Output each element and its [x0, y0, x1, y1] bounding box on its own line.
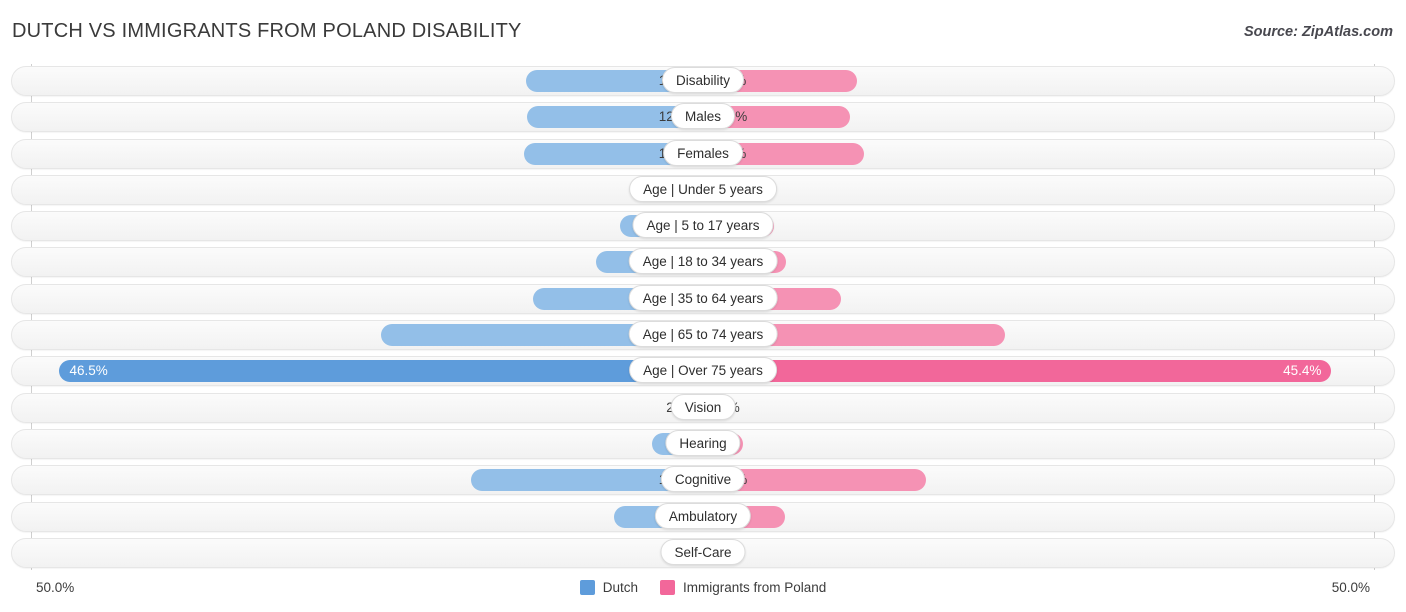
table-row: 1.7%1.3%Age | Under 5 years — [0, 174, 1406, 205]
bar-value-dutch: 46.5% — [69, 363, 108, 379]
table-row: 12.9%11.6%Females — [0, 138, 1406, 169]
category-label: Cognitive — [660, 466, 746, 493]
table-row: 6.0%5.1%Age | 5 to 17 years — [0, 211, 1406, 242]
legend-item[interactable]: Immigrants from Poland — [659, 580, 827, 595]
category-label: Age | 65 to 74 years — [628, 321, 778, 348]
table-row: 3.7%2.9%Hearing — [0, 428, 1406, 459]
category-label: Age | 18 to 34 years — [628, 248, 778, 275]
bar-immigrants-from-poland — [703, 360, 1332, 383]
category-label: Vision — [670, 393, 736, 420]
bar-rows-container: 12.8%11.1%Disability 12.7%10.6%Males 12.9%… — [0, 66, 1406, 574]
table-row: 7.7%6.0%Age | 18 to 34 years — [0, 247, 1406, 278]
page-title: DUTCH VS IMMIGRANTS FROM POLAND DISABILI… — [12, 20, 522, 42]
legend-label: Immigrants from Poland — [682, 580, 827, 595]
category-label: Age | Over 75 years — [629, 357, 777, 384]
category-label: Disability — [661, 67, 745, 93]
category-label: Males — [670, 103, 736, 130]
legend-label: Dutch — [602, 580, 638, 595]
table-row: 12.7%10.6%Males — [0, 102, 1406, 133]
category-label: Hearing — [665, 429, 741, 456]
table-row: 6.4%5.9%Ambulatory — [0, 501, 1406, 532]
category-label: Self-Care — [660, 538, 746, 565]
category-label: Ambulatory — [654, 502, 752, 529]
legend-item[interactable]: Dutch — [579, 580, 638, 595]
chart-legend: Dutch Immigrants from Poland — [0, 580, 1406, 595]
table-row: 2.4%2.4%Self-Care — [0, 537, 1406, 568]
table-row: 46.5% 45.4% Age | Over 75 years — [0, 356, 1406, 387]
category-label: Age | 5 to 17 years — [632, 212, 774, 239]
chart-footer: 50.0% 50.0% Dutch Immigrants from Poland — [0, 572, 1406, 612]
table-row: 12.8%11.1%Disability — [0, 66, 1406, 96]
table-row: 12.3%10.0%Age | 35 to 64 years — [0, 283, 1406, 314]
legend-swatch-icon — [579, 580, 595, 595]
bar-dutch — [59, 360, 703, 383]
category-label: Females — [663, 139, 743, 166]
table-row: 23.3%21.8%Age | 65 to 74 years — [0, 320, 1406, 351]
legend-swatch-icon — [659, 580, 675, 595]
bar-value-immigrants-from-poland: 45.4% — [1283, 363, 1322, 379]
chart-plot-area: 12.8%11.1%Disability 12.7%10.6%Males 12.9%… — [0, 62, 1406, 572]
chart-header: DUTCH VS IMMIGRANTS FROM POLAND DISABILI… — [0, 0, 1406, 62]
source-attribution: Source: ZipAtlas.com — [1243, 24, 1393, 40]
table-row: 2.2%2.0%Vision — [0, 392, 1406, 423]
category-label: Age | Under 5 years — [629, 175, 777, 202]
category-label: Age | 35 to 64 years — [628, 284, 778, 311]
table-row: 16.8%16.1%Cognitive — [0, 465, 1406, 496]
